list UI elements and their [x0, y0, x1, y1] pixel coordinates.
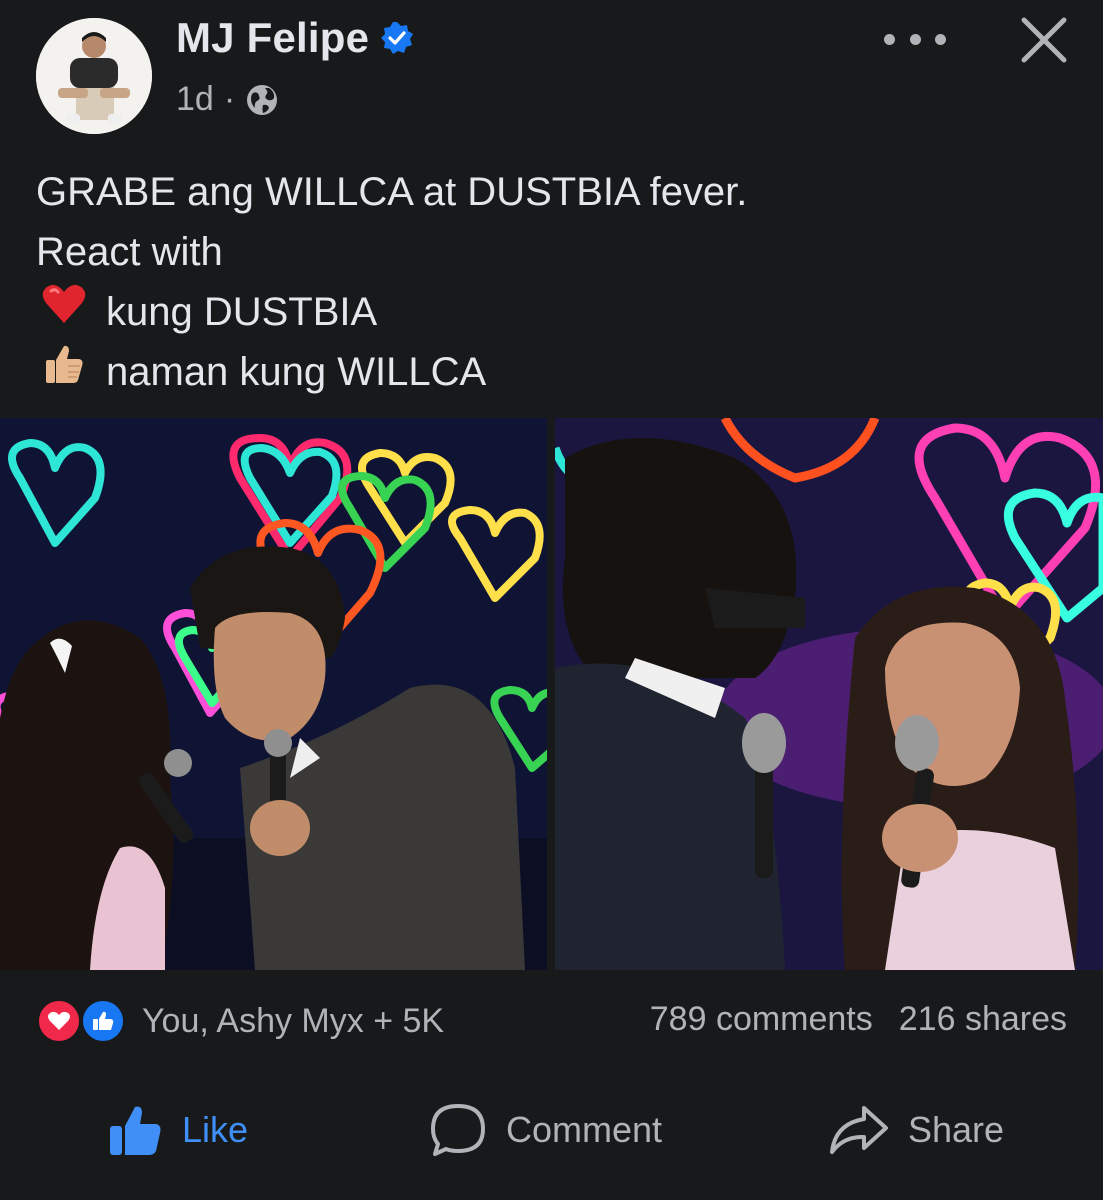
action-bar: Like Comment Share	[0, 1090, 1103, 1170]
post-card: MJ Felipe 1d · GRABE ang WILLCA at DUSTB…	[0, 0, 1103, 1200]
photo-grid	[0, 418, 1103, 970]
share-icon	[830, 1106, 888, 1154]
post-meta: 1d ·	[176, 80, 279, 119]
thumbs-up-emoji	[36, 342, 92, 403]
post-line: React with	[36, 230, 223, 274]
post-line: naman kung WILLCA	[36, 342, 747, 402]
dot	[909, 33, 921, 45]
comment-icon	[431, 1104, 485, 1156]
verified-badge-icon	[379, 20, 415, 56]
like-label: Like	[182, 1109, 249, 1150]
reactions-summary[interactable]: You, Ashy Myx + 5K	[36, 998, 444, 1044]
reactions-text: You, Ashy Myx + 5K	[142, 1001, 445, 1040]
author-avatar[interactable]	[36, 18, 152, 134]
post-line: GRABE ang WILLCA at DUSTBIA fever.	[36, 170, 748, 214]
love-icon	[36, 998, 82, 1044]
close-button[interactable]	[1012, 8, 1076, 72]
post-line-text: naman kung WILLCA	[106, 350, 487, 394]
red-heart-emoji	[36, 282, 92, 342]
like-icon	[80, 998, 126, 1044]
shares-count[interactable]: 216 shares	[899, 1000, 1067, 1039]
post-time[interactable]: 1d	[176, 80, 214, 119]
thumbs-up-icon	[110, 1106, 161, 1155]
close-icon	[1021, 17, 1067, 63]
reaction-icons	[36, 998, 132, 1044]
author-row: MJ Felipe	[176, 14, 415, 62]
post-photo[interactable]	[555, 418, 1103, 970]
meta-separator: ·	[223, 80, 236, 118]
like-button[interactable]: Like	[106, 1090, 248, 1170]
comment-label: Comment	[506, 1109, 663, 1150]
post-photo[interactable]	[0, 418, 547, 970]
engagement-counts: 789 comments 216 shares	[650, 1000, 1067, 1039]
dot	[884, 33, 895, 45]
post-text: GRABE ang WILLCA at DUSTBIA fever. React…	[36, 162, 747, 402]
post-line: kung DUSTBIA	[36, 282, 747, 342]
comments-count[interactable]: 789 comments	[650, 1000, 873, 1039]
more-options-button[interactable]	[884, 22, 946, 56]
post-line-text: kung DUSTBIA	[106, 290, 378, 334]
share-button[interactable]: Share	[828, 1090, 1004, 1170]
author-name[interactable]: MJ Felipe	[176, 14, 369, 62]
globe-icon	[245, 83, 279, 117]
share-label: Share	[908, 1109, 1005, 1150]
comment-button[interactable]: Comment	[428, 1090, 662, 1170]
dot	[935, 33, 946, 45]
